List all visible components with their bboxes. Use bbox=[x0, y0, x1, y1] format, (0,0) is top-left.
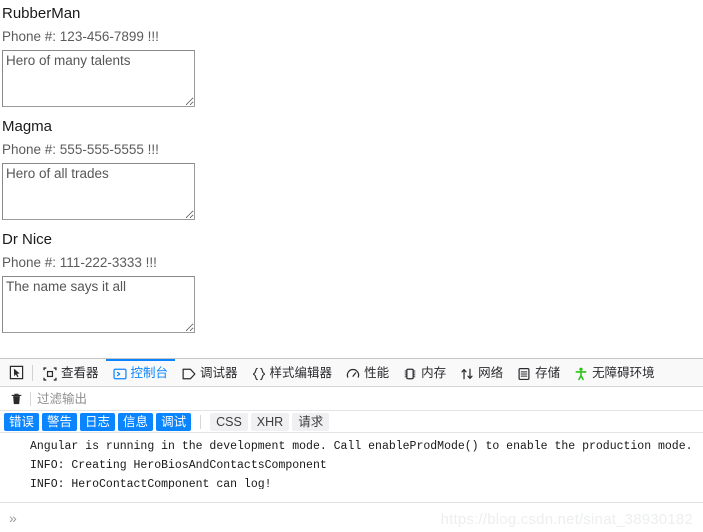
memory-icon bbox=[404, 368, 416, 379]
hero-bio-textarea[interactable] bbox=[2, 163, 195, 220]
performance-icon bbox=[346, 368, 360, 378]
filter-xhr-button[interactable]: XHR bbox=[250, 412, 290, 431]
hero-card: Dr Nice Phone #: 111-222-3333 !!! bbox=[0, 226, 703, 333]
inspector-icon bbox=[43, 366, 57, 381]
hero-card: RubberMan Phone #: 123-456-7899 !!! bbox=[0, 0, 703, 107]
hero-name: Dr Nice bbox=[2, 231, 53, 248]
tab-console[interactable]: 控制台 bbox=[105, 359, 176, 386]
tab-performance-label: 性能 bbox=[364, 366, 390, 381]
hero-phone: Phone #: 555-555-5555 !!! bbox=[2, 142, 159, 157]
tab-inspector[interactable]: 查看器 bbox=[36, 359, 106, 386]
trash-icon[interactable] bbox=[4, 388, 28, 410]
app-content-area: RubberMan Phone #: 123-456-7899 !!! Magm… bbox=[0, 0, 703, 358]
console-icon bbox=[112, 368, 127, 379]
hero-card: Magma Phone #: 555-555-5555 !!! bbox=[0, 113, 703, 220]
filter-warnings-button[interactable]: 警告 bbox=[42, 412, 78, 431]
filter-info-button[interactable]: 信息 bbox=[118, 412, 154, 431]
hero-phone: Phone #: 123-456-7899 !!! bbox=[2, 29, 159, 44]
filter-css-button[interactable]: CSS bbox=[210, 412, 248, 431]
element-picker-icon[interactable] bbox=[3, 360, 29, 386]
tab-memory-label: 内存 bbox=[421, 366, 447, 381]
style-editor-icon bbox=[252, 367, 265, 380]
console-input[interactable] bbox=[14, 509, 703, 526]
tab-performance[interactable]: 性能 bbox=[339, 359, 396, 386]
filter-errors-button[interactable]: 错误 bbox=[4, 412, 40, 431]
debugger-icon bbox=[182, 368, 196, 379]
console-prompt-row: » bbox=[0, 502, 703, 532]
tab-inspector-label: 查看器 bbox=[61, 366, 99, 381]
tab-debugger-label: 调试器 bbox=[200, 366, 238, 381]
accessibility-icon bbox=[575, 367, 587, 380]
tab-network-label: 网络 bbox=[478, 366, 504, 381]
tab-network[interactable]: 网络 bbox=[453, 359, 510, 386]
chevron-double-right-icon: » bbox=[9, 509, 17, 526]
toolbar-divider bbox=[32, 364, 33, 381]
console-message: Angular is running in the development mo… bbox=[30, 440, 693, 453]
tab-accessibility[interactable]: 无障碍环境 bbox=[567, 359, 662, 386]
console-message: INFO: Creating HeroBiosAndContactsCompon… bbox=[30, 459, 327, 472]
network-icon bbox=[461, 368, 473, 379]
console-message: INFO: HeroContactComponent can log! bbox=[30, 478, 272, 489]
tab-storage-label: 存储 bbox=[535, 366, 561, 381]
console-output[interactable]: Angular is running in the development mo… bbox=[0, 433, 703, 489]
tab-debugger[interactable]: 调试器 bbox=[175, 359, 245, 386]
hero-name: RubberMan bbox=[2, 5, 81, 22]
filter-divider bbox=[30, 391, 31, 406]
hero-phone: Phone #: 111-222-3333 !!! bbox=[2, 255, 157, 270]
hero-bio-textarea[interactable] bbox=[2, 276, 195, 333]
tab-memory[interactable]: 内存 bbox=[396, 359, 453, 386]
filter-logs-button[interactable]: 日志 bbox=[80, 412, 116, 431]
devtools-panel: 查看器 控制台 调试器 样式编辑器 性能 内存 网络 存储 无障碍环境 过滤输出… bbox=[0, 358, 703, 532]
tab-storage[interactable]: 存储 bbox=[510, 359, 567, 386]
console-filter-bar bbox=[0, 387, 703, 411]
devtools-toolbar: 查看器 控制台 调试器 样式编辑器 性能 内存 网络 存储 无障碍环境 bbox=[0, 359, 703, 387]
console-severity-bar: 错误 警告 日志 信息 调试 CSS XHR 请求 bbox=[0, 411, 703, 433]
severity-divider bbox=[200, 414, 202, 429]
tab-style-editor[interactable]: 样式编辑器 bbox=[245, 359, 340, 386]
filter-debug-button[interactable]: 调试 bbox=[156, 412, 192, 431]
hero-name: Magma bbox=[2, 118, 53, 135]
tab-accessibility-label: 无障碍环境 bbox=[592, 366, 655, 381]
tab-console-label: 控制台 bbox=[130, 366, 169, 381]
storage-icon bbox=[518, 367, 530, 380]
hero-bio-textarea[interactable] bbox=[2, 50, 195, 107]
filter-requests-button[interactable]: 请求 bbox=[292, 412, 330, 431]
filter-input[interactable] bbox=[37, 391, 317, 406]
tab-style-editor-label: 样式编辑器 bbox=[269, 366, 333, 381]
